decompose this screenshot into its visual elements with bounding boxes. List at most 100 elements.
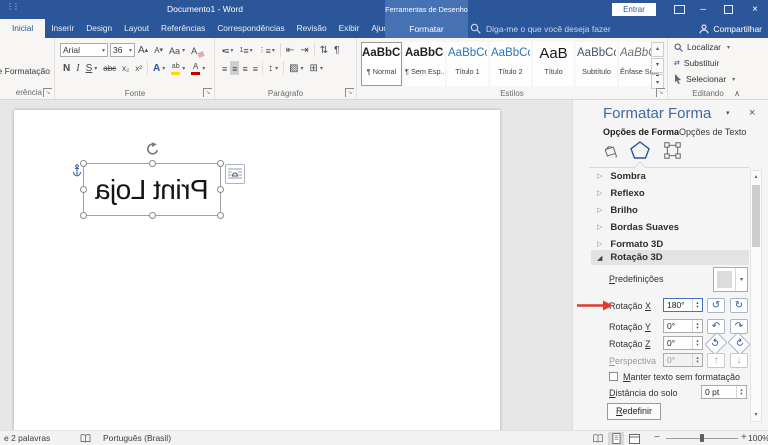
superscript-button[interactable]: x² — [133, 61, 144, 75]
font-size-combo[interactable]: 36▾ — [110, 43, 135, 57]
underline-button[interactable]: S▾ — [84, 61, 100, 75]
sort-button[interactable]: ⇅ — [318, 43, 330, 57]
close-button[interactable]: × — [744, 0, 766, 19]
font-name-combo[interactable]: Arial▾ — [60, 43, 108, 57]
numbering-button[interactable]: 1≡▾ — [237, 43, 254, 57]
zoom-in-button[interactable]: + — [741, 432, 747, 443]
dropdown-icon[interactable]: ▾ — [732, 76, 735, 83]
reset-button[interactable]: Redefinir — [607, 403, 661, 420]
styles-gallery-more[interactable]: ▾ — [651, 74, 664, 89]
style-titulo-1[interactable]: AaBbCcTítulo 1 — [447, 42, 488, 86]
section-brilho[interactable]: ▷Brilho — [597, 202, 638, 218]
clear-formatting-button[interactable]: A — [189, 43, 206, 57]
style-titulo[interactable]: AaBTítulo — [533, 42, 574, 86]
styles-dialog-launcher[interactable]: ↘ — [656, 88, 665, 97]
dropdown-icon[interactable]: ▾ — [250, 45, 253, 57]
pane-close-icon[interactable]: × — [749, 107, 755, 119]
spin-down-icon[interactable]: ▾ — [696, 326, 698, 330]
pane-scrollbar[interactable]: ▴ ▾ — [750, 170, 762, 422]
style-titulo-2[interactable]: AaBbCcCTítulo 2 — [490, 42, 531, 86]
spin-down-icon[interactable]: ▾ — [740, 392, 742, 396]
tab-revisao[interactable]: Revisão — [291, 19, 333, 38]
styles-scroll-up[interactable]: ▴ — [651, 42, 664, 57]
dropdown-icon[interactable]: ▾ — [727, 44, 730, 51]
dropdown-icon[interactable]: ▾ — [275, 63, 278, 75]
dropdown-icon[interactable]: ▾ — [230, 45, 233, 57]
dropdown-icon[interactable]: ▾ — [202, 63, 205, 75]
format-painter-label[interactable]: e Formatação — [0, 66, 50, 76]
section-bordas-suaves[interactable]: ▷Bordas Suaves — [597, 219, 679, 235]
restore-button[interactable] — [717, 0, 739, 19]
scroll-up-arrow[interactable]: ▴ — [751, 171, 761, 183]
align-left-button[interactable]: ≡ — [220, 61, 228, 75]
italic-button[interactable]: I — [74, 61, 81, 75]
dropdown-icon[interactable]: ▾ — [182, 63, 185, 75]
line-spacing-button[interactable]: ↕▾ — [266, 61, 280, 75]
handle-bottom-left[interactable] — [80, 212, 87, 219]
tab-formatar[interactable]: Formatar — [409, 20, 443, 39]
zoom-out-button[interactable]: − — [654, 432, 660, 443]
style-sem-espacamento[interactable]: AaBbCcDc¶ Sem Esp... — [404, 42, 445, 86]
layout-properties-icon[interactable] — [661, 140, 683, 160]
highlight-button[interactable]: ab▾ — [169, 61, 187, 75]
paragraph-dialog-launcher[interactable]: ↘ — [345, 88, 354, 97]
web-layout-view-button[interactable] — [626, 432, 642, 445]
rotate-z-cw-button[interactable]: ↻ — [727, 332, 750, 355]
shrink-font-button[interactable]: A▾ — [152, 43, 165, 57]
dropdown-icon[interactable]: ▾ — [301, 63, 304, 75]
style-subtitulo[interactable]: AaBbCcDSubtítulo — [576, 42, 617, 86]
layout-options-button[interactable] — [225, 164, 245, 184]
align-center-button[interactable]: ≡ — [230, 61, 238, 75]
font-dialog-launcher[interactable]: ↘ — [203, 88, 212, 97]
tell-me-search[interactable]: Diga-me o que você deseja fazer — [470, 19, 611, 38]
document-area[interactable]: Print Loja — [0, 100, 572, 430]
tab-design[interactable]: Design — [80, 19, 118, 38]
minimize-button[interactable]: – — [692, 0, 714, 19]
rotation-y-input[interactable]: 0°▴▾ — [663, 319, 703, 333]
rotation-x-input[interactable]: 180°▴▾ — [663, 298, 703, 312]
word-count[interactable]: e 2 palavras — [4, 433, 50, 443]
rotate-x-right-button[interactable]: ↻ — [730, 298, 748, 313]
rotation-z-input[interactable]: 0°▴▾ — [663, 336, 703, 350]
clipboard-dialog-launcher[interactable]: ↘ — [43, 88, 52, 97]
select-button[interactable]: Selecionar▾ — [674, 74, 735, 84]
language-indicator[interactable]: Português (Brasil) — [103, 433, 171, 443]
selected-text-box[interactable]: Print Loja — [83, 163, 221, 216]
pane-options-dropdown-icon[interactable]: ▾ — [726, 109, 730, 117]
bold-button[interactable]: N — [61, 61, 72, 75]
increase-indent-button[interactable]: ⇥ — [298, 43, 310, 57]
dropdown-icon[interactable]: ▾ — [320, 63, 323, 75]
keep-text-flat-checkbox[interactable] — [609, 372, 618, 381]
tab-exibir[interactable]: Exibir — [333, 19, 366, 38]
dropdown-icon[interactable]: ▾ — [94, 63, 97, 75]
fill-line-icon[interactable] — [599, 140, 621, 160]
handle-middle-left[interactable] — [80, 186, 87, 193]
quick-access-toolbar-icon[interactable]: ⋮⋮ — [6, 2, 18, 11]
decrease-indent-button[interactable]: ⇤ — [284, 43, 296, 57]
align-right-button[interactable]: ≡ — [241, 61, 249, 75]
handle-bottom-right[interactable] — [217, 212, 224, 219]
scroll-down-arrow[interactable]: ▾ — [751, 409, 761, 421]
grow-font-button[interactable]: A▴ — [136, 43, 150, 57]
scroll-thumb[interactable] — [752, 185, 760, 247]
tab-correspondencias[interactable]: Correspondências — [211, 19, 290, 38]
document-page[interactable] — [14, 110, 500, 430]
effects-icon-selected[interactable] — [629, 140, 651, 160]
handle-top-right[interactable] — [217, 160, 224, 167]
rotate-x-left-button[interactable]: ↺ — [707, 298, 725, 313]
handle-bottom-center[interactable] — [149, 212, 156, 219]
dropdown-icon[interactable]: ▾ — [735, 268, 747, 291]
borders-button[interactable]: ⊞▾ — [308, 61, 325, 75]
bullets-button[interactable]: •≡▾ — [220, 43, 235, 57]
distance-from-ground-input[interactable]: 0 pt▴▾ — [701, 385, 747, 399]
text-effects-button[interactable]: A▾ — [151, 61, 167, 75]
spin-down-icon[interactable]: ▾ — [696, 343, 698, 347]
proofing-icon[interactable] — [80, 434, 91, 445]
spin-down-icon[interactable]: ▾ — [696, 305, 698, 309]
collapse-ribbon-icon[interactable]: ∧ — [734, 89, 740, 98]
spinner[interactable]: ▴▾ — [736, 386, 746, 398]
style-normal[interactable]: AaBbCcDc¶ Normal — [361, 42, 402, 86]
dropdown-icon[interactable]: ▾ — [272, 45, 275, 57]
print-layout-view-button[interactable] — [608, 432, 624, 445]
section-sombra[interactable]: ▷Sombra — [597, 168, 646, 184]
